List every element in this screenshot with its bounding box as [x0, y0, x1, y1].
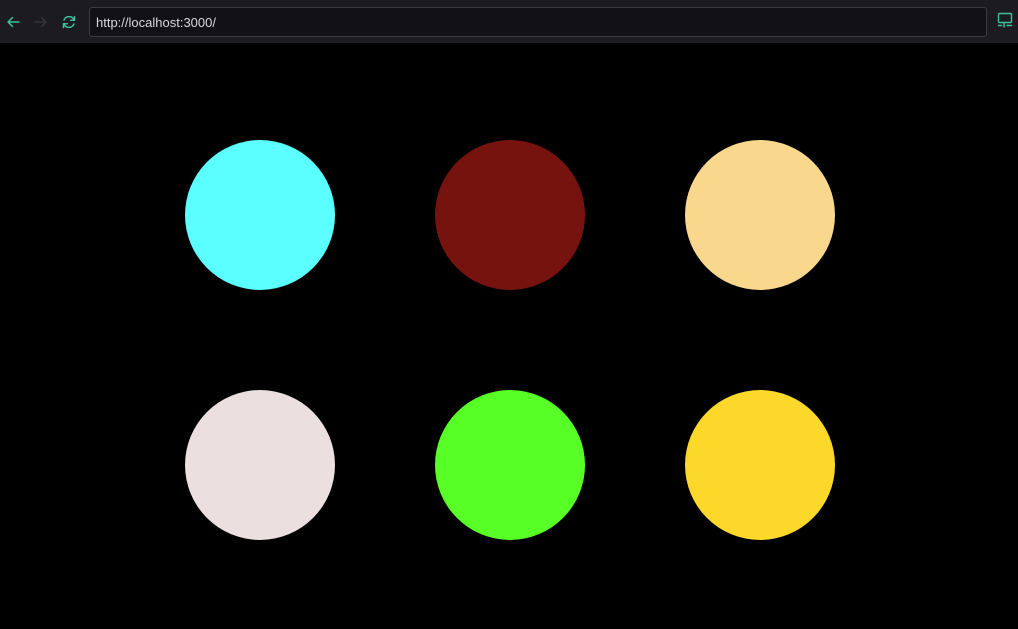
cast-button[interactable] — [994, 10, 1016, 34]
reload-button[interactable] — [56, 8, 82, 36]
arrow-left-icon — [5, 14, 21, 30]
arrow-right-icon — [33, 14, 49, 30]
circle-peach[interactable] — [685, 140, 835, 290]
circle-green[interactable] — [435, 390, 585, 540]
cast-icon — [996, 11, 1014, 34]
circle-dark-red[interactable] — [435, 140, 585, 290]
page-viewport — [0, 43, 1018, 629]
reload-icon — [61, 14, 77, 30]
circle-cyan[interactable] — [185, 140, 335, 290]
forward-button[interactable] — [28, 8, 54, 36]
address-bar[interactable]: http://localhost:3000/ — [89, 7, 987, 37]
browser-toolbar: http://localhost:3000/ — [0, 0, 1018, 43]
back-button[interactable] — [0, 8, 26, 36]
circle-yellow[interactable] — [685, 390, 835, 540]
address-text: http://localhost:3000/ — [96, 14, 216, 30]
circle-light-pink[interactable] — [185, 390, 335, 540]
